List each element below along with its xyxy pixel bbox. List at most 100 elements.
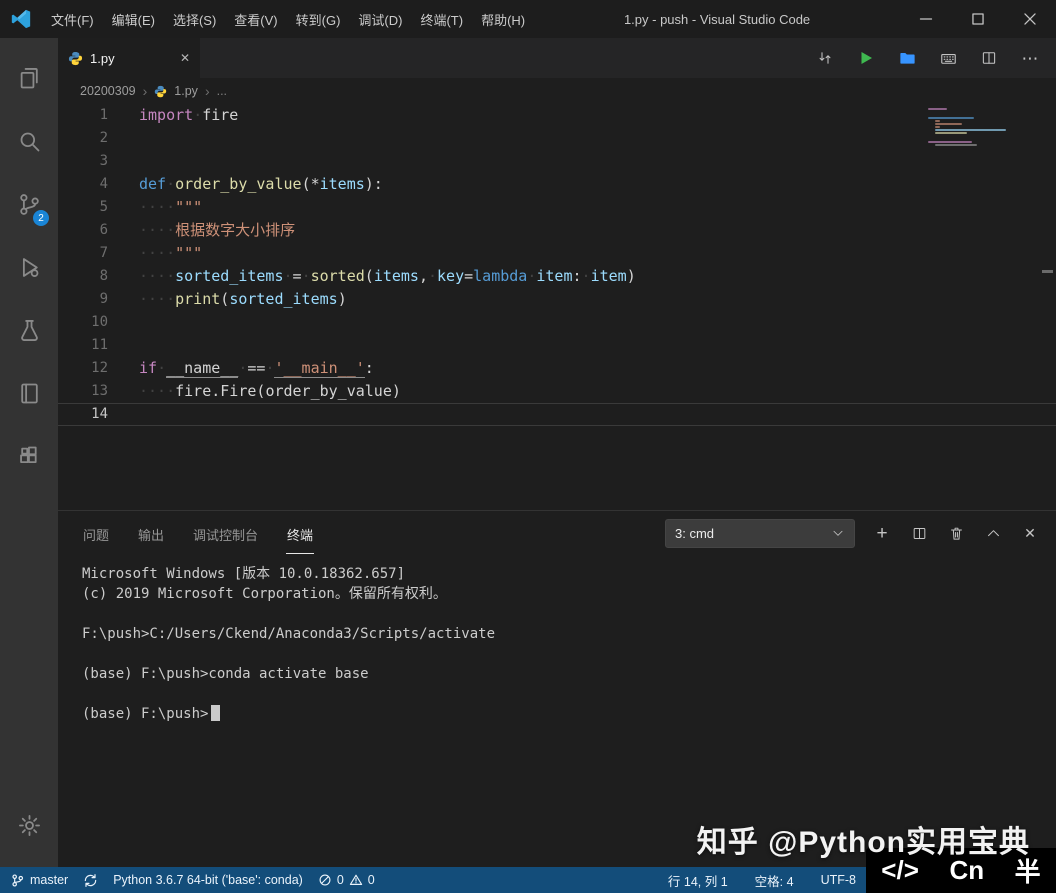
synchronize-changes-icon[interactable] [815,49,835,67]
python-file-icon [154,85,167,98]
menu-item[interactable]: 帮助(H) [472,0,534,38]
git-branch-icon [10,873,25,888]
panel-tab[interactable]: 调试控制台 [192,512,259,554]
warning-count: 0 [368,873,375,887]
menu-item[interactable]: 转到(G) [287,0,350,38]
panel-tab[interactable]: 问题 [82,512,110,554]
minimize-button[interactable] [900,0,952,38]
code-line[interactable]: 5····""" [58,196,1056,219]
source-control-icon[interactable]: 2 [5,178,53,230]
close-window-button[interactable] [1004,0,1056,38]
split-editor-icon[interactable] [979,49,999,67]
code-line[interactable]: 8····sorted_items·=·sorted(items,·key=la… [58,265,1056,288]
code-line[interactable]: 14 [58,403,1056,426]
scrollbar-handle[interactable] [1042,270,1053,273]
maximize-button[interactable] [952,0,1004,38]
breadcrumb-folder[interactable]: 20200309 [80,84,136,98]
run-python-file-icon[interactable] [856,49,876,67]
terminal-picker[interactable]: 3: cmd [665,519,855,548]
vscode-window: 文件(F)编辑(E)选择(S)查看(V)转到(G)调试(D)终端(T)帮助(H)… [0,0,1056,893]
breadcrumb-file[interactable]: 1.py [174,84,198,98]
panel-actions: + ✕ [872,524,1040,543]
code-line[interactable]: 9····print(sorted_items) [58,288,1056,311]
minimap-line [935,144,978,146]
indentation[interactable]: 空格: 4 [755,871,794,890]
terminal-line [82,684,1056,704]
menu-item[interactable]: 选择(S) [164,0,225,38]
title-bar: 文件(F)编辑(E)选择(S)查看(V)转到(G)调试(D)终端(T)帮助(H)… [0,0,1056,38]
run-debug-icon[interactable] [5,241,53,293]
new-terminal-icon[interactable]: + [872,524,892,543]
terminal-line: (c) 2019 Microsoft Corporation。保留所有权利。 [82,584,1056,604]
terminal-line: Microsoft Windows [版本 10.0.18362.657] [82,564,1056,584]
more-actions-icon[interactable]: ⋯ [1020,50,1040,67]
bottom-panel: 问题输出调试控制台终端 3: cmd + ✕ Microsoft Windows… [58,510,1056,867]
activity-bar: 2 [0,38,58,867]
terminal-cursor [211,705,220,721]
python-interpreter[interactable]: Python 3.6.7 64-bit ('base': conda) [113,873,303,887]
minimap[interactable] [928,108,1012,150]
terminal-line [82,604,1056,624]
close-panel-icon[interactable]: ✕ [1020,526,1040,540]
minimap-line [935,126,940,128]
scm-badge: 2 [33,210,49,226]
code-line[interactable]: 6····根据数字大小排序 [58,219,1056,242]
python-file-icon [68,51,83,66]
minimap-line [935,120,940,122]
kill-terminal-icon[interactable] [946,525,966,542]
extensions-icon[interactable] [5,430,53,482]
code-line[interactable]: 12if·__name__·==·'__main__': [58,357,1056,380]
encoding[interactable]: UTF-8 [821,873,856,887]
code-line[interactable]: 4def·order_by_value(*items): [58,173,1056,196]
menu-item[interactable]: 查看(V) [225,0,286,38]
search-icon[interactable] [5,115,53,167]
breadcrumb: 20200309 › 1.py › ... [58,78,1056,104]
open-folder-icon[interactable] [897,49,917,68]
code-line[interactable]: 3 [58,150,1056,173]
minimap-line [935,129,1006,131]
notebook-icon[interactable] [5,367,53,419]
problems-indicator[interactable]: 0 0 [318,873,375,887]
code-line[interactable]: 11 [58,334,1056,357]
minimap-line [935,132,967,134]
settings-gear-icon[interactable] [5,799,53,851]
menu-item[interactable]: 编辑(E) [103,0,164,38]
code-line[interactable]: 13····fire.Fire(order_by_value) [58,380,1056,403]
menu-item[interactable]: 文件(F) [42,0,103,38]
minimap-line [928,117,974,119]
watermark: 知乎 @Python实用宝典 [697,817,1030,861]
warning-icon [349,873,363,887]
error-icon [318,873,332,887]
menu-item[interactable]: 调试(D) [349,0,411,38]
tab-close-icon[interactable]: ✕ [180,51,190,65]
sync-icon[interactable] [83,873,98,888]
code-line[interactable]: 10 [58,311,1056,334]
code-editor[interactable]: 1import·fire234def·order_by_value(*items… [58,104,1056,510]
terminal-line: (base) F:\push>conda activate base [82,664,1056,684]
git-branch-indicator[interactable]: master [10,873,68,888]
branch-name: master [30,873,68,887]
split-terminal-icon[interactable] [909,525,929,542]
code-line[interactable]: 2 [58,127,1056,150]
explorer-icon[interactable] [5,52,53,104]
maximize-panel-icon[interactable] [983,525,1003,542]
window-controls [900,0,1056,38]
keyboard-icon[interactable] [938,49,958,68]
editor-tab[interactable]: 1.py ✕ [58,38,200,78]
test-beaker-icon[interactable] [5,304,53,356]
chevron-down-icon [831,526,845,540]
minimap-line [935,123,962,125]
menu-item[interactable]: 终端(T) [411,0,472,38]
breadcrumb-more[interactable]: ... [217,84,227,98]
vscode-logo-icon [0,8,42,30]
code-line[interactable]: 7····""" [58,242,1056,265]
terminal-line: (base) F:\push> [82,704,1056,724]
minimap-line [928,108,947,110]
window-title: 1.py - push - Visual Studio Code [534,12,900,27]
cursor-position[interactable]: 行 14, 列 1 [668,871,728,890]
panel-tab[interactable]: 终端 [286,512,314,554]
panel-header: 问题输出调试控制台终端 3: cmd + ✕ [58,511,1056,555]
code-line[interactable]: 1import·fire [58,104,1056,127]
editor-actions: ⋯ [815,38,1056,78]
panel-tab[interactable]: 输出 [137,512,165,554]
